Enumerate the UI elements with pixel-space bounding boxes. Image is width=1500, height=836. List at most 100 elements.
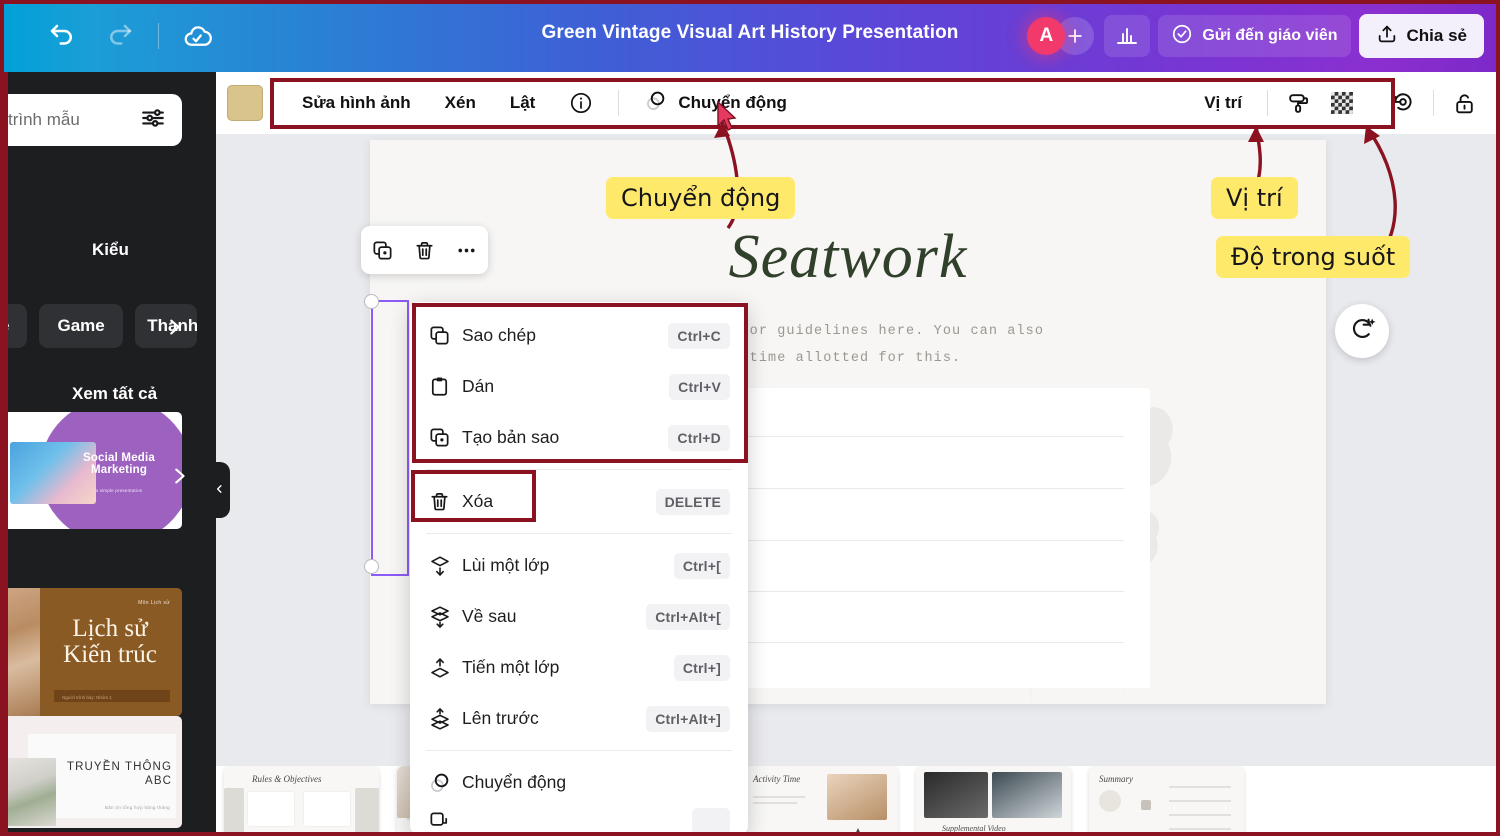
flip-button[interactable]: Lật (493, 83, 553, 123)
checker-pattern (1331, 92, 1353, 114)
thumb-summary[interactable]: Summary (1089, 766, 1244, 836)
toolbar-divider (618, 90, 620, 116)
template-card-social-media-marketing[interactable]: Social Media Marketing a simple presenta… (0, 412, 182, 529)
thumbnail-image (827, 774, 887, 820)
cloud-check-icon[interactable] (177, 16, 217, 56)
context-item-label: Tiến một lớp (462, 657, 560, 677)
thumbnail-title: Activity Time (753, 774, 801, 784)
redo-icon[interactable] (100, 16, 140, 56)
magic-refresh-icon (1349, 315, 1376, 347)
context-item-xoa[interactable]: Xóa DELETE (410, 476, 748, 527)
context-item-partial-next[interactable] (410, 808, 748, 834)
context-item-tao-ban-sao[interactable]: Tạo bản sao Ctrl+D (410, 412, 748, 463)
toolbar-items: Sửa hình ảnh Xén Lật Chuyển động (285, 83, 804, 123)
selection-bounding-box[interactable] (371, 300, 409, 576)
template-eyebrow: Môn Lịch sử (138, 600, 170, 606)
animate-circles-icon (428, 770, 462, 795)
context-item-lui-mot-lop[interactable]: Lùi một lớp Ctrl+[ (410, 540, 748, 591)
more-horizontal-icon[interactable] (450, 233, 484, 267)
edit-image-button[interactable]: Sửa hình ảnh (285, 83, 428, 123)
thumbnail-decor (224, 788, 244, 836)
template-card-truyen-thong-abc[interactable]: TRUYỀN THÔNG ABC Bản tin tổng hợp hàng t… (0, 716, 182, 828)
selection-handle-top-left[interactable] (364, 294, 379, 309)
context-item-chuyen-dong[interactable]: Chuyển động (410, 757, 748, 808)
template-bar-text: Người trình bày: Nhóm 1 (62, 695, 112, 700)
context-item-label: Chuyển động (462, 772, 567, 792)
header-left-group (0, 16, 217, 56)
element-float-toolbar (361, 226, 488, 274)
bring-forward-icon (428, 656, 462, 680)
send-to-teacher-label: Gửi đến giáo viên (1202, 27, 1338, 44)
top-header-bar: Green Vintage Visual Art History Present… (0, 0, 1500, 72)
context-item-label: Về sau (462, 606, 517, 626)
chip-0[interactable]: e (0, 304, 28, 348)
search-input-value: trình mẫu (8, 110, 80, 129)
context-menu-separator (426, 469, 732, 470)
template-thumb-image (2, 758, 56, 826)
trash-icon[interactable] (407, 233, 441, 267)
context-item-label: Xóa (462, 491, 494, 511)
ai-magic-button[interactable] (1335, 304, 1389, 358)
context-item-ve-sau[interactable]: Về sau Ctrl+Alt+[ (410, 591, 748, 642)
panel-collapse-button[interactable] (208, 462, 230, 518)
sliders-icon[interactable] (140, 105, 166, 136)
animate-label: Chuyển động (678, 93, 787, 112)
context-item-sao-chep[interactable]: Sao chép Ctrl+C (410, 310, 748, 361)
thumbnail-title: Supplemental Video (942, 824, 1006, 833)
link-icon (428, 810, 462, 833)
avatar[interactable]: A (1027, 17, 1066, 55)
thumb-rules-objectives[interactable]: Rules & Objectives (224, 766, 379, 836)
toolbar-divider (1433, 90, 1434, 116)
context-item-len-truoc[interactable]: Lên trước Ctrl+Alt+] (410, 693, 748, 744)
animate-button[interactable]: Chuyển động (627, 83, 804, 123)
left-templates-panel: trình mẫu c Kiểu e Game Thanh Xem tất cả… (0, 72, 216, 836)
image-thumbnail-swatch[interactable] (227, 85, 263, 121)
send-to-teacher-button[interactable]: Gửi đến giáo viên (1158, 15, 1351, 57)
collaborators: A (1027, 17, 1095, 55)
duration-icon[interactable] (1381, 81, 1425, 125)
right-click-context-menu: Sao chép Ctrl+C Dán Ctrl+V Tạo bản sao C… (410, 302, 748, 834)
thumbnail-decor (1141, 800, 1151, 810)
send-backward-icon (428, 554, 462, 578)
slide-thumbnail-strip[interactable]: Rules & Objectives Worksheet Examples & … (216, 766, 1500, 836)
chip-game[interactable]: Game (39, 304, 123, 348)
info-circle-icon[interactable] (552, 83, 610, 123)
trash-icon (428, 490, 462, 513)
context-item-label: Tạo bản sao (462, 427, 560, 447)
see-all-link[interactable]: Xem tất cả (72, 384, 157, 404)
thumbnail-decor (355, 788, 379, 836)
duplicate-icon[interactable] (365, 233, 399, 267)
bar-chart-icon[interactable] (1104, 15, 1151, 57)
header-divider (158, 23, 159, 49)
crop-button[interactable]: Xén (428, 83, 493, 123)
context-item-dan[interactable]: Dán Ctrl+V (410, 361, 748, 412)
thumbnail-image (992, 772, 1062, 818)
thumbnail-image (924, 772, 988, 818)
template-title: TRUYỀN THÔNG ABC (60, 760, 172, 788)
canva-editor-window: Green Vintage Visual Art History Present… (0, 0, 1500, 836)
header-right-group: A Gửi đến giáo viên Chia sẻ (1027, 0, 1490, 72)
title-line-2: Kiến trúc (63, 641, 157, 669)
thumb-supplemental-video[interactable]: Supplemental Video (916, 766, 1071, 836)
selection-handle-bottom-left[interactable] (364, 559, 379, 574)
context-item-shortcut: Ctrl+Alt+] (646, 705, 730, 732)
lock-open-icon[interactable] (1442, 81, 1486, 125)
position-button[interactable]: Vị trí (1187, 83, 1259, 123)
template-card-lich-su-kien-truc[interactable]: Môn Lịch sử Lịch sử Kiến trúc Người trìn… (0, 588, 182, 716)
context-item-shortcut: DELETE (655, 488, 730, 515)
chips-next-arrow-icon[interactable] (163, 312, 185, 347)
share-button[interactable]: Chia sẻ (1358, 14, 1484, 58)
thumbnail-title: Summary (1099, 774, 1133, 784)
context-item-tien-mot-lop[interactable]: Tiến một lớp Ctrl+] (410, 642, 748, 693)
template-next-arrow-icon[interactable] (168, 462, 190, 495)
title-line-1: TRUYỀN THÔNG (67, 761, 172, 773)
thumb-activity-time[interactable]: Activity Time (743, 766, 898, 836)
template-subtitle: Bản tin tổng hợp hàng tháng (104, 805, 170, 810)
undo-icon[interactable] (42, 16, 82, 56)
transparency-checker-icon[interactable] (1320, 81, 1364, 125)
thumbnail-decor (1099, 790, 1121, 812)
paint-roller-icon[interactable] (1276, 81, 1320, 125)
title-line-2: ABC (145, 775, 172, 788)
search-input[interactable]: trình mẫu (0, 94, 182, 146)
slide-title[interactable]: Seatwork (370, 222, 1326, 293)
